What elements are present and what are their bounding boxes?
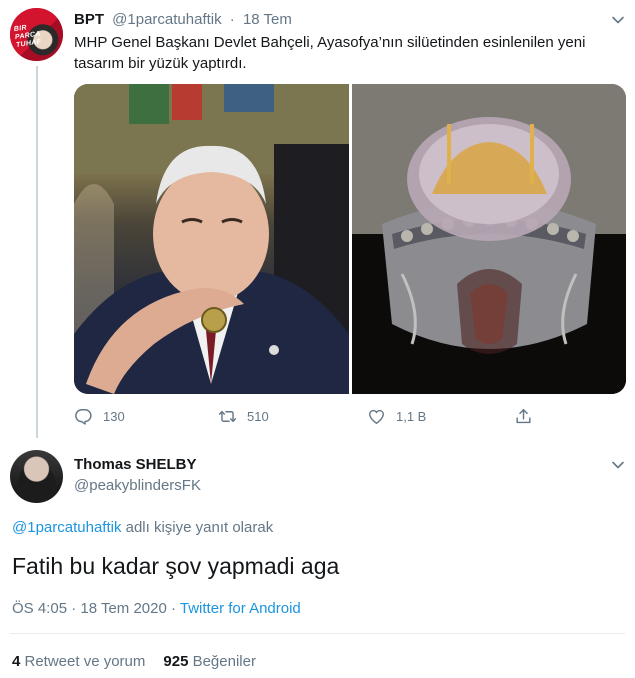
- display-name[interactable]: Thomas SHELBY: [74, 455, 197, 475]
- tweet-text: MHP Genel Başkanı Devlet Bahçeli, Ayasof…: [74, 34, 586, 72]
- photo-portrait[interactable]: [74, 84, 349, 394]
- reply-count: 130: [103, 408, 125, 424]
- reply-button[interactable]: 130: [74, 404, 125, 428]
- tweet-source-link[interactable]: Twitter for Android: [180, 600, 301, 617]
- reply-mention-link[interactable]: @1parcatuhaftik: [12, 519, 121, 536]
- caret-down-icon[interactable]: [611, 458, 625, 472]
- display-name[interactable]: BPT: [74, 11, 104, 28]
- like-icon: [367, 407, 386, 426]
- tweet-actions: 130 510 1,1 B: [74, 404, 554, 428]
- likes-stat[interactable]: 925 Beğeniler: [163, 653, 256, 670]
- caret-down-icon[interactable]: [611, 13, 625, 27]
- tweet-media[interactable]: [74, 84, 626, 394]
- retweet-count: 510: [247, 408, 269, 424]
- portrait-illustration: [74, 84, 349, 394]
- username[interactable]: @peakyblindersFK: [74, 476, 201, 496]
- tweet-header: BPT @1parcatuhaftik · 18 Tem: [74, 10, 292, 30]
- reply-icon: [74, 407, 93, 426]
- retweets-label: Retweet ve yorum: [20, 653, 146, 670]
- replying-to: @1parcatuhaftik adlı kişiye yanıt olarak: [12, 518, 273, 538]
- avatar[interactable]: BIR PARCA TUHAF: [10, 8, 63, 61]
- retweet-button[interactable]: 510: [218, 404, 269, 428]
- ring-illustration: [352, 84, 626, 394]
- likes-count: 925: [163, 653, 189, 670]
- tweet-timestamp[interactable]: ÖS 4:05 · 18 Tem 2020 ·: [12, 600, 180, 617]
- like-button[interactable]: 1,1 B: [367, 404, 426, 428]
- tweet-text: Fatih bu kadar şov yapmadi aga: [12, 553, 340, 579]
- separator-dot: ·: [229, 11, 235, 28]
- share-button[interactable]: [514, 404, 533, 428]
- replying-to-label: adlı kişiye yanıt olarak: [121, 519, 274, 536]
- avatar-logo: BIR PARCA TUHAF: [13, 24, 42, 49]
- tweet-metadata: ÖS 4:05 · 18 Tem 2020 · Twitter for Andr…: [12, 599, 301, 619]
- avatar[interactable]: [10, 450, 63, 503]
- divider: [10, 633, 625, 634]
- tweet-stats: 4 Retweet ve yorum 925 Beğeniler: [12, 652, 256, 672]
- thread-connector-line: [36, 66, 38, 438]
- retweet-icon: [218, 407, 237, 426]
- retweets-stat[interactable]: 4 Retweet ve yorum: [12, 653, 145, 670]
- parent-tweet[interactable]: BIR PARCA TUHAF BPT @1parcatuhaftik · 18…: [0, 0, 635, 438]
- photo-ring[interactable]: [352, 84, 626, 394]
- like-count: 1,1 B: [396, 408, 427, 424]
- tweet-date[interactable]: 18 Tem: [243, 11, 292, 28]
- reply-tweet[interactable]: Thomas SHELBY @peakyblindersFK @1parcatu…: [0, 438, 635, 678]
- share-icon: [514, 407, 533, 426]
- username[interactable]: @1parcatuhaftik: [112, 11, 221, 28]
- likes-label: Beğeniler: [188, 653, 256, 670]
